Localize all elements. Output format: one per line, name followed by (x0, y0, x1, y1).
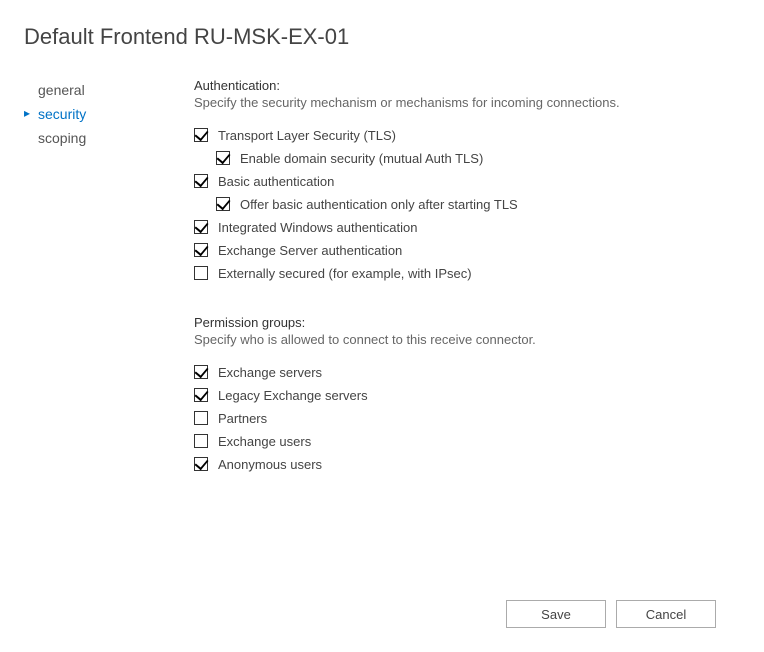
checkbox-label: Integrated Windows authentication (218, 220, 417, 235)
checkbox-label: Partners (218, 411, 267, 426)
checkbox-label: Exchange Server authentication (218, 243, 402, 258)
checkbox-label: Legacy Exchange servers (218, 388, 368, 403)
checkbox-partners[interactable]: Partners (194, 411, 740, 426)
perm-description: Specify who is allowed to connect to thi… (194, 332, 740, 349)
checkbox-exchange-servers[interactable]: Exchange servers (194, 365, 740, 380)
checkbox-exchange-users[interactable]: Exchange users (194, 434, 740, 449)
checkbox-label: Anonymous users (218, 457, 322, 472)
checkbox-label: Externally secured (for example, with IP… (218, 266, 472, 281)
checkbox-integrated-windows[interactable]: Integrated Windows authentication (194, 220, 740, 235)
checkbox-domain-security[interactable]: Enable domain security (mutual Auth TLS) (216, 151, 740, 166)
check-icon (194, 266, 208, 280)
checkbox-externally-secured[interactable]: Externally secured (for example, with IP… (194, 266, 740, 281)
check-icon (194, 388, 208, 402)
checkbox-label: Enable domain security (mutual Auth TLS) (240, 151, 483, 166)
check-icon (216, 197, 230, 211)
checkbox-label: Exchange servers (218, 365, 322, 380)
checkbox-tls[interactable]: Transport Layer Security (TLS) (194, 128, 740, 143)
check-icon (216, 151, 230, 165)
perm-header: Permission groups: (194, 315, 740, 330)
checkbox-label: Offer basic authentication only after st… (240, 197, 518, 212)
checkbox-basic-auth[interactable]: Basic authentication (194, 174, 740, 189)
checkbox-exchange-server-auth[interactable]: Exchange Server authentication (194, 243, 740, 258)
checkbox-legacy-exchange[interactable]: Legacy Exchange servers (194, 388, 740, 403)
sidebar-item-general[interactable]: general (24, 78, 194, 102)
save-button[interactable]: Save (506, 600, 606, 628)
check-icon (194, 243, 208, 257)
checkbox-label: Exchange users (218, 434, 311, 449)
check-icon (194, 128, 208, 142)
sidebar-item-scoping[interactable]: scoping (24, 126, 194, 150)
auth-header: Authentication: (194, 78, 740, 93)
checkbox-label: Basic authentication (218, 174, 334, 189)
content-panel: Authentication: Specify the security mec… (194, 78, 740, 582)
auth-description: Specify the security mechanism or mechan… (194, 95, 740, 112)
check-icon (194, 434, 208, 448)
sidebar-item-security[interactable]: security (24, 102, 194, 126)
dialog-footer: Save Cancel (24, 582, 740, 652)
checkbox-anonymous-users[interactable]: Anonymous users (194, 457, 740, 472)
check-icon (194, 457, 208, 471)
check-icon (194, 174, 208, 188)
cancel-button[interactable]: Cancel (616, 600, 716, 628)
check-icon (194, 365, 208, 379)
sidebar: general security scoping (24, 78, 194, 582)
checkbox-label: Transport Layer Security (TLS) (218, 128, 396, 143)
check-icon (194, 220, 208, 234)
checkbox-basic-after-tls[interactable]: Offer basic authentication only after st… (216, 197, 740, 212)
page-title: Default Frontend RU-MSK-EX-01 (24, 24, 740, 50)
check-icon (194, 411, 208, 425)
